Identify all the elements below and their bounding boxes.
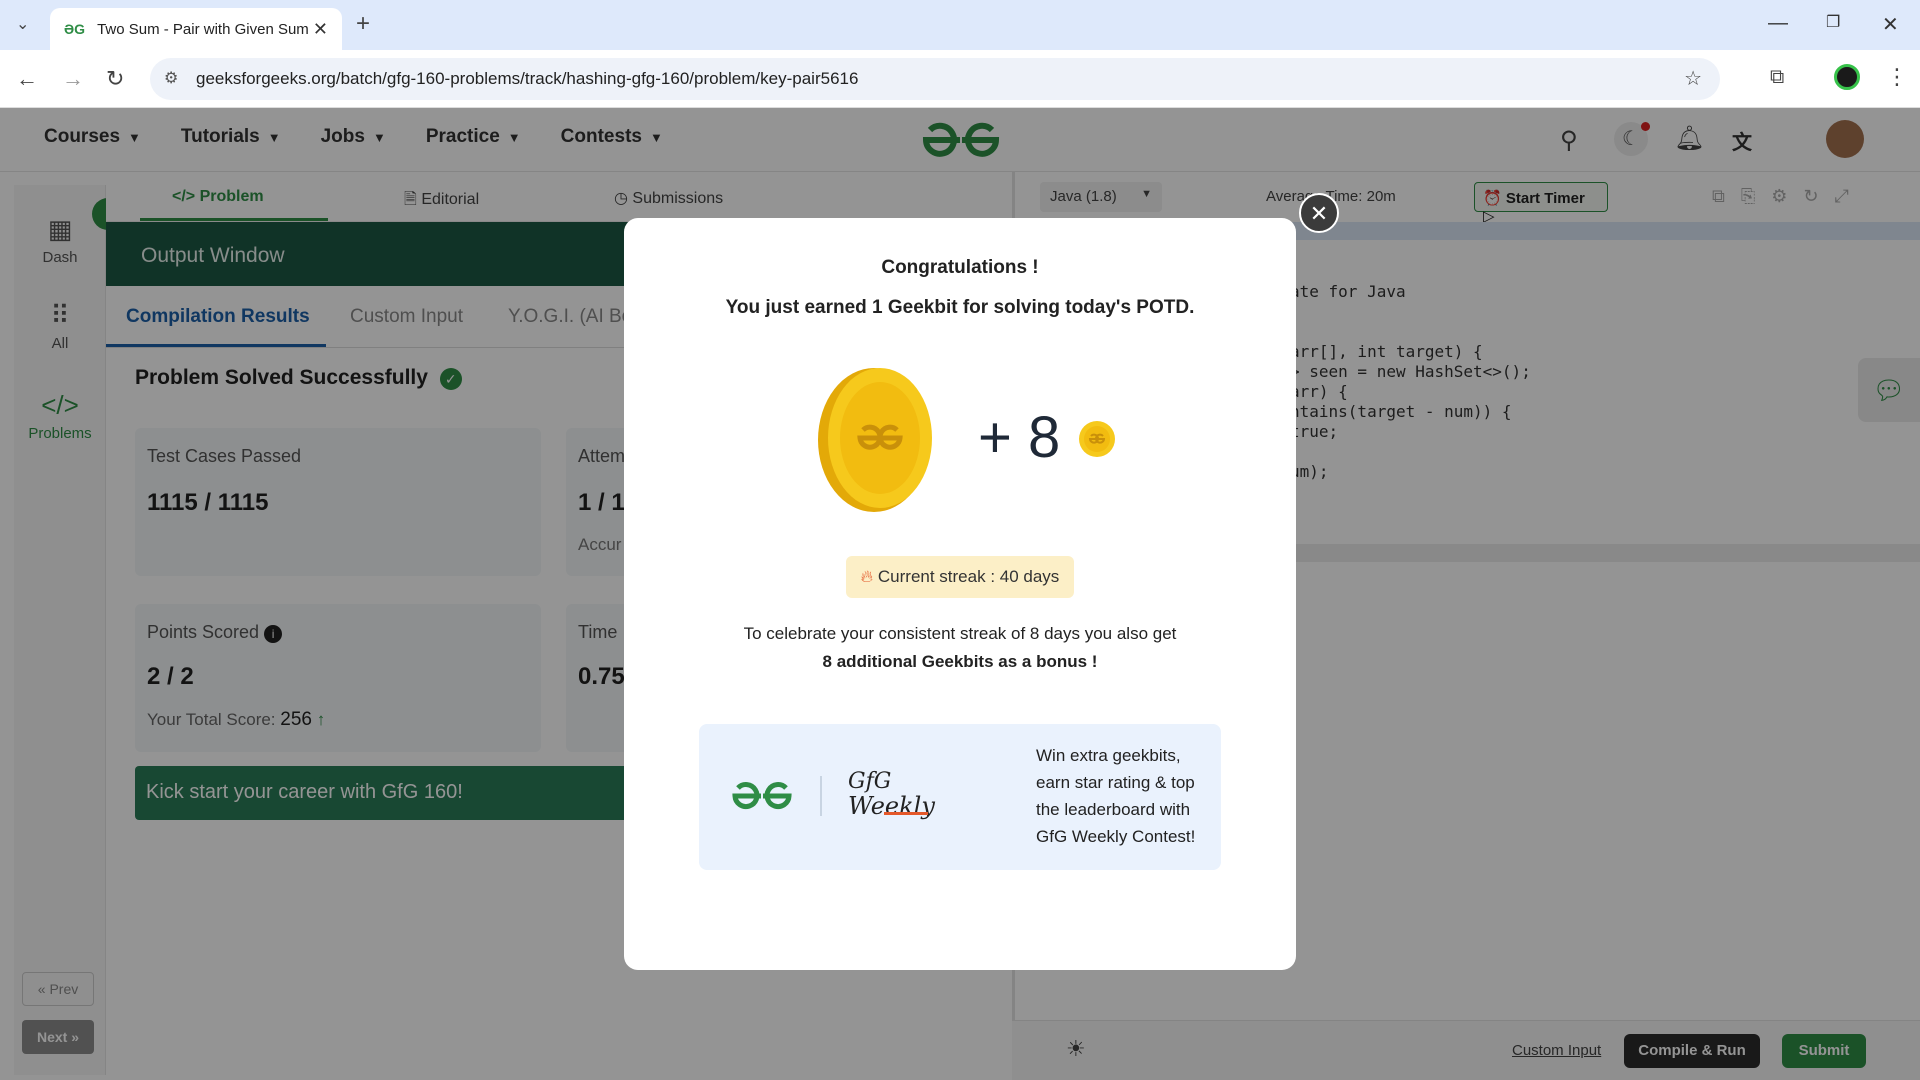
address-bar[interactable]: ⚙ geeksforgeeks.org/batch/gfg-160-proble…: [150, 58, 1720, 100]
streak-text: Current streak : 40 days: [877, 567, 1060, 586]
gfg-weekly-brand: GfG Weekly: [848, 769, 935, 819]
browser-tab[interactable]: ƏG Two Sum - Pair with Given Sum ✕: [50, 8, 342, 50]
extensions-icon[interactable]: ⧉: [1770, 66, 1784, 89]
minimize-icon[interactable]: —: [1768, 12, 1788, 35]
site-info-icon[interactable]: ⚙: [164, 68, 178, 88]
profile-avatar[interactable]: [1834, 64, 1860, 90]
back-icon[interactable]: ←: [16, 66, 38, 92]
bonus-line-2: 8 additional Geekbits as a bonus !: [822, 652, 1098, 671]
promo-description: Win extra geekbits, earn star rating & t…: [1036, 746, 1196, 846]
new-tab-icon[interactable]: +: [356, 10, 370, 38]
promo-divider: [820, 776, 822, 816]
modal-subtitle: You just earned 1 Geekbit for solving to…: [725, 297, 1195, 318]
fire-icon: 🔥︎: [860, 567, 874, 586]
modal-title: Congratulations !: [881, 257, 1039, 278]
forward-icon[interactable]: →: [62, 66, 84, 92]
gfg-logo-promo: [732, 782, 792, 810]
restore-icon[interactable]: ❐: [1826, 12, 1840, 32]
tab-title: Two Sum - Pair with Given Sum: [97, 20, 309, 38]
reload-icon[interactable]: ↻: [106, 66, 124, 92]
bonus-line-1: To celebrate your consistent streak of 8…: [743, 624, 1177, 643]
bookmark-star-icon[interactable]: ☆: [1684, 66, 1702, 91]
bonus-message: To celebrate your consistent streak of 8…: [660, 620, 1260, 676]
url-text: geeksforgeeks.org/batch/gfg-160-problems…: [196, 69, 859, 88]
close-tab-icon[interactable]: ✕: [313, 19, 328, 40]
brand-underline: [884, 812, 928, 815]
browser-menu-icon[interactable]: ⋮: [1886, 64, 1908, 90]
gfg-favicon-icon: ƏG: [64, 21, 86, 37]
geekbit-coin-icon: [818, 368, 932, 512]
brand-line-1: GfG: [848, 769, 892, 794]
close-modal-icon[interactable]: ✕: [1299, 193, 1339, 233]
geekbit-plus-count: + 8: [978, 405, 1061, 470]
streak-badge: 🔥︎ Current streak : 40 days: [846, 556, 1074, 598]
close-window-icon[interactable]: ✕: [1882, 12, 1899, 37]
tab-search-icon[interactable]: ⌄: [16, 14, 29, 34]
small-coin-icon: [1079, 421, 1115, 457]
